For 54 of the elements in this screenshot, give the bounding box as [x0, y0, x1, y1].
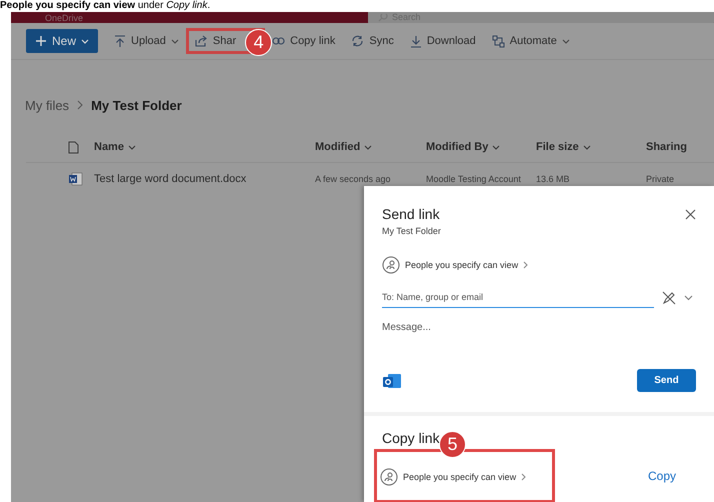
chevron-right-icon [521, 473, 526, 481]
new-button[interactable]: New [26, 29, 98, 53]
column-header[interactable]: Sharing [646, 141, 706, 153]
chevron-down-icon [582, 144, 591, 150]
permission-link[interactable]: People you specify can view [405, 260, 518, 270]
people-icon [382, 256, 400, 274]
step-badge: 5 [439, 431, 466, 458]
close-icon[interactable] [685, 208, 696, 220]
table-cell-text: Moodle Testing Account [426, 174, 522, 184]
plus-icon [35, 35, 47, 47]
table-cell-text: 13.6 MB [536, 174, 571, 184]
table-cell-text: Private [646, 174, 676, 184]
download-icon [410, 34, 422, 48]
app-name: OneDrive [45, 14, 84, 23]
column-header[interactable]: Name [94, 141, 315, 153]
share-icon [194, 35, 208, 47]
sync-icon [351, 35, 364, 47]
word-document-icon [68, 172, 83, 186]
chevron-down-icon [170, 38, 179, 44]
chevron-down-icon[interactable] [684, 295, 693, 301]
section-title: Copy link [382, 430, 440, 446]
chevron-down-icon [81, 38, 90, 44]
chevron-down-icon [364, 144, 372, 150]
link-icon [272, 36, 286, 46]
toolbar-button[interactable]: Sync [345, 31, 400, 51]
dialog-subtitle: My Test Folder [382, 226, 442, 236]
file-type-icon [68, 140, 79, 154]
toolbar-button[interactable]: Upload [108, 30, 185, 52]
dialog-title: Send link [382, 206, 440, 222]
step-badge: 4 [245, 29, 272, 56]
column-header[interactable]: Modified [315, 141, 426, 153]
toolbar-button[interactable]: Download [404, 30, 482, 52]
people-icon [380, 468, 398, 486]
breadcrumb-current: My Test Folder [91, 98, 182, 112]
permission-link[interactable]: People you specify can view [403, 472, 516, 482]
chevron-down-icon [492, 144, 500, 150]
instruction-text: People you specify can view under Copy link. [0, 0, 210, 12]
search-icon [378, 14, 388, 22]
toolbar-button[interactable]: Automate [486, 30, 576, 52]
send-button[interactable]: Send [637, 369, 696, 392]
column-header[interactable]: File size [536, 141, 646, 153]
toolbar-button[interactable]: Shar [188, 31, 242, 51]
chevron-right-icon [523, 261, 528, 269]
file-name[interactable]: Test large word document.docx [94, 173, 315, 185]
copy-button[interactable]: Copy [642, 468, 682, 484]
chevron-right-icon [77, 100, 84, 110]
table-cell-text: A few seconds ago [315, 174, 392, 184]
pencil-icon[interactable] [662, 291, 676, 305]
breadcrumb-link[interactable]: My files [25, 98, 70, 112]
chevron-down-icon [562, 38, 570, 44]
flow-icon [492, 34, 505, 48]
column-header[interactable]: Modified By [426, 141, 536, 153]
chevron-down-icon [128, 144, 136, 150]
upload-icon [114, 34, 126, 48]
